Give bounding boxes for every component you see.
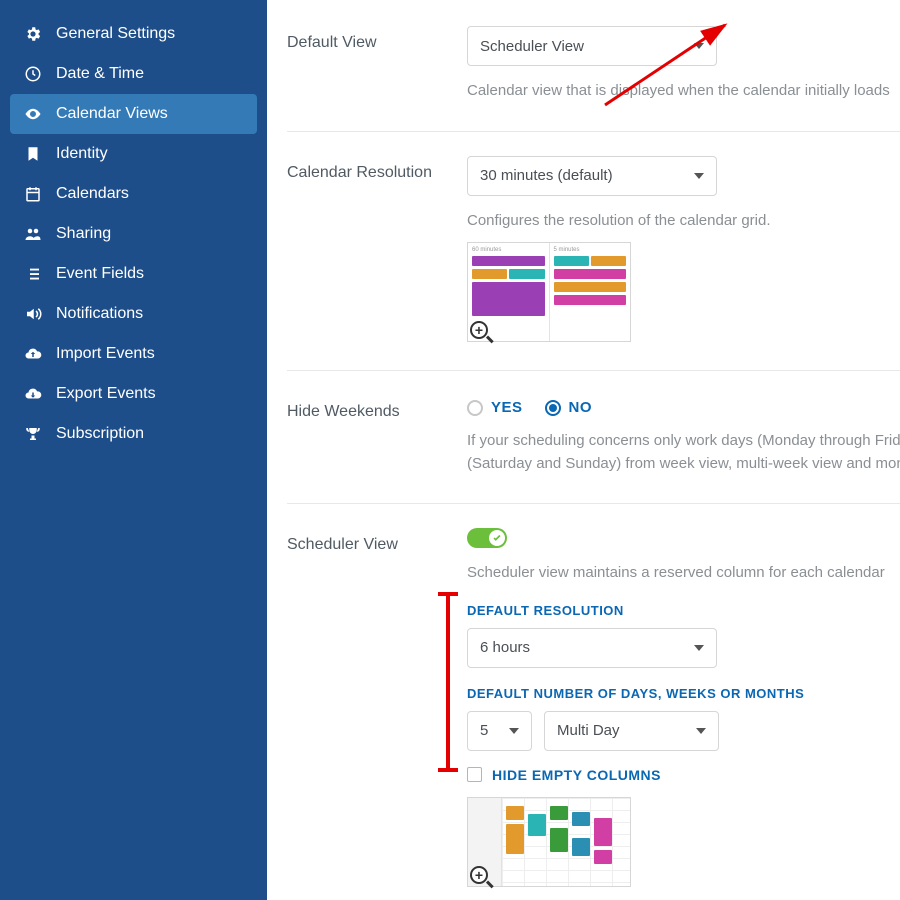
setting-row-scheduler-view: Scheduler View Scheduler view maintains … bbox=[287, 528, 900, 900]
gear-icon bbox=[24, 25, 42, 43]
checkbox-icon bbox=[467, 767, 482, 782]
scheduler-view-desc: Scheduler view maintains a reserved colu… bbox=[467, 562, 896, 585]
clock-icon bbox=[24, 65, 42, 83]
sidebar-item-label: Calendars bbox=[56, 185, 129, 203]
calendar-resolution-label: Calendar Resolution bbox=[287, 156, 467, 343]
toggle-knob-icon bbox=[489, 530, 505, 546]
setting-row-hide-weekends: Hide Weekends YES NO If your scheduling … bbox=[287, 395, 900, 504]
sidebar-item-label: Subscription bbox=[56, 425, 144, 443]
calendar-resolution-desc: Configures the resolution of the calenda… bbox=[467, 210, 896, 233]
default-resolution-heading: DEFAULT RESOLUTION bbox=[467, 603, 896, 618]
setting-row-default-view: Default View Scheduler View Calendar vie… bbox=[287, 26, 900, 132]
zoom-icon: + bbox=[470, 321, 492, 343]
sidebar-item-label: Sharing bbox=[56, 225, 111, 243]
radio-icon bbox=[467, 400, 483, 416]
dropdown-caret-icon bbox=[696, 728, 706, 734]
list-icon bbox=[24, 265, 42, 283]
hide-weekends-yes-radio[interactable]: YES bbox=[467, 399, 523, 416]
zoom-icon: + bbox=[470, 866, 492, 888]
sidebar-item-event-fields[interactable]: Event Fields bbox=[10, 254, 257, 294]
sidebar-item-identity[interactable]: Identity bbox=[10, 134, 257, 174]
calendar-resolution-value: 30 minutes (default) bbox=[480, 167, 613, 184]
sidebar-item-calendars[interactable]: Calendars bbox=[10, 174, 257, 214]
dropdown-caret-icon bbox=[509, 728, 519, 734]
sidebar-item-label: Calendar Views bbox=[56, 105, 168, 123]
sidebar-item-import-events[interactable]: Import Events bbox=[10, 334, 257, 374]
annotation-bracket bbox=[446, 592, 450, 772]
sidebar-item-label: Export Events bbox=[56, 385, 156, 403]
sidebar-item-label: General Settings bbox=[56, 25, 175, 43]
sidebar-item-label: Event Fields bbox=[56, 265, 144, 283]
calendar-icon bbox=[24, 185, 42, 203]
resolution-preview-image[interactable]: 60 minutes 5 minutes + bbox=[467, 242, 631, 342]
default-view-value: Scheduler View bbox=[480, 38, 584, 55]
sidebar-item-subscription[interactable]: Subscription bbox=[10, 414, 257, 454]
scheduler-view-toggle[interactable] bbox=[467, 528, 507, 548]
default-number-heading: DEFAULT NUMBER OF DAYS, WEEKS OR MONTHS bbox=[467, 686, 896, 701]
sidebar-item-general-settings[interactable]: General Settings bbox=[10, 14, 257, 54]
volume-icon bbox=[24, 305, 42, 323]
sidebar-item-export-events[interactable]: Export Events bbox=[10, 374, 257, 414]
users-icon bbox=[24, 225, 42, 243]
sidebar-item-calendar-views[interactable]: Calendar Views bbox=[10, 94, 257, 134]
bookmark-icon bbox=[24, 145, 42, 163]
eye-icon bbox=[24, 105, 42, 123]
scheduler-count-select[interactable]: 5 bbox=[467, 711, 532, 751]
hide-weekends-desc: If your scheduling concerns only work da… bbox=[467, 430, 900, 475]
hide-weekends-radio-group: YES NO bbox=[467, 399, 900, 416]
trophy-icon bbox=[24, 425, 42, 443]
settings-panel: Default View Scheduler View Calendar vie… bbox=[267, 0, 900, 900]
hide-weekends-label: Hide Weekends bbox=[287, 395, 467, 475]
calendar-resolution-select[interactable]: 30 minutes (default) bbox=[467, 156, 717, 196]
sidebar-item-label: Import Events bbox=[56, 345, 155, 363]
scheduler-view-label: Scheduler View bbox=[287, 528, 467, 890]
hide-empty-columns-checkbox[interactable]: HIDE EMPTY COLUMNS bbox=[467, 767, 896, 783]
hide-weekends-no-radio[interactable]: NO bbox=[545, 399, 593, 416]
scheduler-default-resolution-select[interactable]: 6 hours bbox=[467, 628, 717, 668]
dropdown-caret-icon bbox=[694, 173, 704, 179]
sidebar-item-label: Date & Time bbox=[56, 65, 144, 83]
cloud-download-icon bbox=[24, 385, 42, 403]
settings-sidebar: General Settings Date & Time Calendar Vi… bbox=[0, 0, 267, 900]
sidebar-item-date-time[interactable]: Date & Time bbox=[10, 54, 257, 94]
setting-row-calendar-resolution: Calendar Resolution 30 minutes (default)… bbox=[287, 156, 900, 372]
sidebar-item-label: Notifications bbox=[56, 305, 143, 323]
default-view-label: Default View bbox=[287, 26, 467, 103]
default-view-desc: Calendar view that is displayed when the… bbox=[467, 80, 896, 103]
cloud-upload-icon bbox=[24, 345, 42, 363]
scheduler-preview-image[interactable]: + bbox=[467, 797, 631, 887]
scheduler-period-select[interactable]: Multi Day bbox=[544, 711, 719, 751]
sidebar-item-label: Identity bbox=[56, 145, 108, 163]
radio-icon bbox=[545, 400, 561, 416]
sidebar-item-notifications[interactable]: Notifications bbox=[10, 294, 257, 334]
sidebar-item-sharing[interactable]: Sharing bbox=[10, 214, 257, 254]
dropdown-caret-icon bbox=[694, 645, 704, 651]
default-view-select[interactable]: Scheduler View bbox=[467, 26, 717, 66]
dropdown-caret-icon bbox=[694, 43, 704, 49]
